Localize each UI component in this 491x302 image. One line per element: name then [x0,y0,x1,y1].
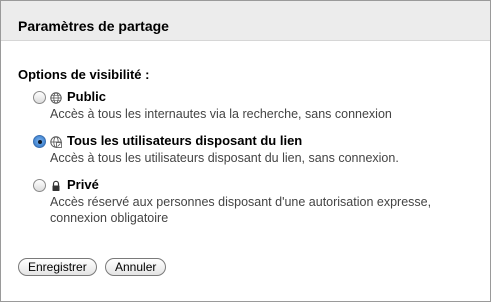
save-button[interactable]: Enregistrer [18,258,97,276]
option-anyone-with-link-description: Accès à tous les utilisateurs disposant … [50,151,399,165]
option-public-title: Public [67,89,107,104]
sharing-settings-dialog: Paramètres de partage Options de visibil… [0,0,491,302]
globe-icon [50,91,62,104]
link-globe-icon [50,135,62,148]
radio-public[interactable] [33,91,46,104]
dialog-title: Paramètres de partage [18,18,169,34]
lock-icon [50,179,62,191]
cancel-button[interactable]: Annuler [105,258,167,276]
option-public-description: Accès à tous les internautes via la rech… [50,107,392,121]
option-anyone-with-link-title: Tous les utilisateurs disposant du lien [67,133,303,148]
option-private-title: Privé [67,177,99,192]
radio-private[interactable] [33,179,46,192]
option-private-description: Accès réservé aux personnes disposant d'… [50,195,432,225]
radio-anyone-with-link[interactable] [33,135,46,148]
visibility-options-label: Options de visibilité : [18,67,150,82]
